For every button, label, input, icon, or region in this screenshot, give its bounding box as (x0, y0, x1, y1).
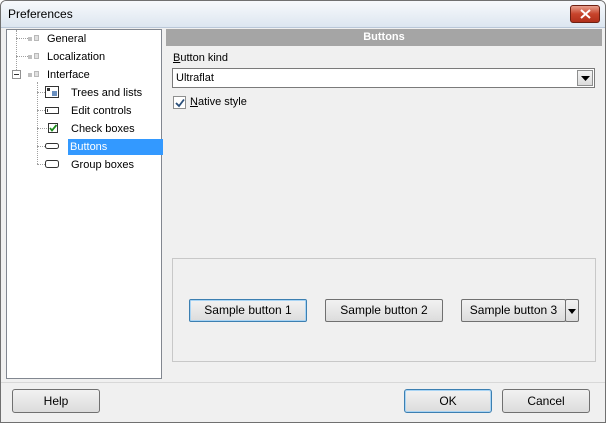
sample-button-3-dropdown[interactable] (565, 299, 579, 322)
options-icon (28, 71, 39, 77)
options-icon (28, 35, 39, 41)
settings-panel: Buttons Button kind Ultraflat Native sty… (166, 29, 602, 379)
tree-item-label: Check boxes (71, 123, 135, 135)
tree-list-icon (45, 86, 59, 98)
ok-button[interactable]: OK (404, 389, 492, 413)
tree-item-label: Group boxes (71, 159, 134, 171)
sample-button-3[interactable]: Sample button 3 (461, 299, 566, 322)
panel-header: Buttons (166, 29, 602, 46)
tree-item-label: Interface (47, 69, 90, 81)
collapse-toggle[interactable] (12, 70, 21, 79)
chevron-down-icon (581, 76, 590, 81)
sample-button-2[interactable]: Sample button 2 (325, 299, 443, 322)
options-icon (28, 53, 39, 59)
button-kind-label: Button kind (173, 52, 229, 64)
footer-separator (1, 382, 605, 383)
dropdown-button[interactable] (577, 70, 593, 86)
help-button[interactable]: Help (12, 389, 100, 413)
tree-item-label: Localization (47, 51, 106, 63)
tree-line (37, 82, 38, 164)
button-kind-value: Ultraflat (176, 72, 214, 84)
tree-line (16, 30, 17, 74)
sample-button-1[interactable]: Sample button 1 (189, 299, 307, 322)
sample-preview-area: Sample button 1 Sample button 2 Sample b… (172, 258, 596, 362)
checkbox-icon (48, 123, 58, 133)
native-style-checkbox[interactable] (173, 96, 186, 109)
window-title: Preferences (8, 7, 73, 21)
edit-control-icon (45, 107, 59, 114)
native-style-label: Native style (190, 96, 247, 108)
cancel-button[interactable]: Cancel (502, 389, 590, 413)
category-tree[interactable]: General Localization Interface Trees and… (6, 29, 163, 379)
title-bar[interactable]: Preferences (1, 1, 605, 28)
button-icon (45, 143, 59, 149)
close-icon (580, 9, 591, 19)
close-button[interactable] (570, 5, 600, 23)
group-box-icon (45, 160, 59, 168)
tree-item-label: Trees and lists (71, 87, 143, 99)
tree-item-label: General (47, 33, 87, 45)
checkmark-icon (175, 98, 185, 108)
tree-line (37, 128, 47, 129)
preferences-window: Preferences General Localization Interfa… (0, 0, 606, 423)
tree-item-label: Buttons (68, 139, 163, 155)
chevron-down-icon (568, 309, 576, 314)
tree-item-label: Edit controls (71, 105, 132, 117)
button-kind-select[interactable]: Ultraflat (172, 68, 595, 88)
